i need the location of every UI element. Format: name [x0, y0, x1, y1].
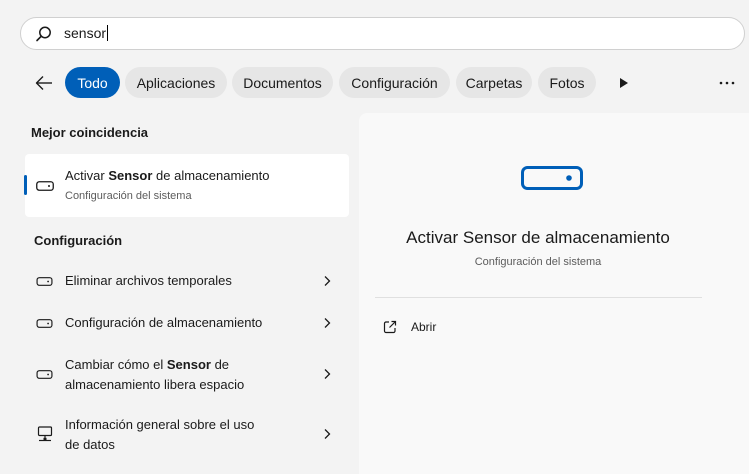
list-item-cambiar-sensor[interactable]: Cambiar cómo el Sensor de almacenamiento…: [25, 352, 349, 397]
open-external-icon: [383, 320, 397, 334]
filter-chip-carpetas[interactable]: Carpetas: [456, 67, 532, 98]
more-horizontal-icon: [719, 81, 735, 85]
best-match-result[interactable]: Activar Sensor de almacenamiento Configu…: [24, 154, 349, 217]
filter-chip-fotos[interactable]: Fotos: [538, 67, 596, 98]
overflow-menu-button[interactable]: [714, 70, 740, 96]
text-caret: [107, 25, 109, 41]
list-item-label: Eliminar archivos temporales: [65, 273, 232, 288]
chevron-right-icon: [324, 429, 331, 439]
selection-indicator: [24, 175, 27, 195]
filter-chip-label: Aplicaciones: [136, 74, 216, 91]
drive-icon: [36, 319, 53, 328]
filter-chip-todo[interactable]: Todo: [65, 67, 120, 98]
filter-chip-label: Todo: [77, 74, 108, 91]
best-match-heading: Mejor coincidencia: [31, 125, 149, 140]
list-item-label-line2: almacenamiento libera espacio: [65, 377, 245, 392]
chevron-right-icon: [324, 318, 331, 328]
drive-icon: [36, 181, 54, 191]
list-item-configuracion-de-almacenamiento[interactable]: Configuración de almacenamiento: [25, 308, 349, 338]
open-action-label: Abrir: [411, 320, 437, 334]
details-title: Activar Sensor de almacenamiento: [406, 228, 670, 247]
drive-icon: [521, 166, 583, 190]
divider: [375, 297, 702, 298]
details-pane: Activar Sensor de almacenamiento Configu…: [359, 113, 749, 474]
search-query: sensor: [64, 25, 107, 41]
more-filters-button[interactable]: [613, 70, 635, 96]
search-box[interactable]: sensor: [20, 17, 745, 50]
filter-chip-label: Documentos: [243, 74, 322, 91]
open-action[interactable]: Abrir: [383, 316, 503, 338]
list-item-label: Configuración de almacenamiento: [65, 315, 263, 330]
filter-chip-label: Carpetas: [465, 74, 523, 91]
chevron-right-icon: [324, 276, 331, 286]
settings-section-heading: Configuración: [34, 233, 123, 248]
filter-chip-label: Configuración: [351, 74, 438, 91]
filter-chip-documentos[interactable]: Documentos: [232, 67, 333, 98]
search-icon: [36, 26, 51, 42]
chevron-right-icon: [324, 369, 331, 379]
filter-chip-label: Fotos: [549, 74, 585, 91]
list-item-informacion-uso-de-datos[interactable]: Información general sobre el uso de dato…: [25, 412, 349, 457]
list-item-eliminar-archivos-temporales[interactable]: Eliminar archivos temporales: [25, 266, 349, 296]
list-item-label-line1: Información general sobre el uso: [65, 417, 255, 432]
drive-icon: [36, 370, 53, 379]
list-item-label-line2: de datos: [65, 437, 115, 452]
best-match-title: Activar Sensor de almacenamiento: [65, 168, 270, 183]
best-match-subtitle: Configuración del sistema: [65, 190, 192, 202]
arrow-left-icon: [35, 76, 52, 90]
filter-chip-aplicaciones[interactable]: Aplicaciones: [125, 67, 227, 98]
play-icon: [620, 78, 628, 88]
details-subtitle: Configuración del sistema: [474, 256, 602, 268]
list-item-label-line1: Cambiar cómo el Sensor de: [65, 357, 230, 372]
back-button[interactable]: [31, 70, 57, 96]
search-input[interactable]: sensor: [64, 25, 109, 41]
filter-chip-configuracion[interactable]: Configuración: [339, 67, 450, 98]
drive-icon: [36, 277, 53, 286]
network-pc-icon: [37, 426, 53, 442]
